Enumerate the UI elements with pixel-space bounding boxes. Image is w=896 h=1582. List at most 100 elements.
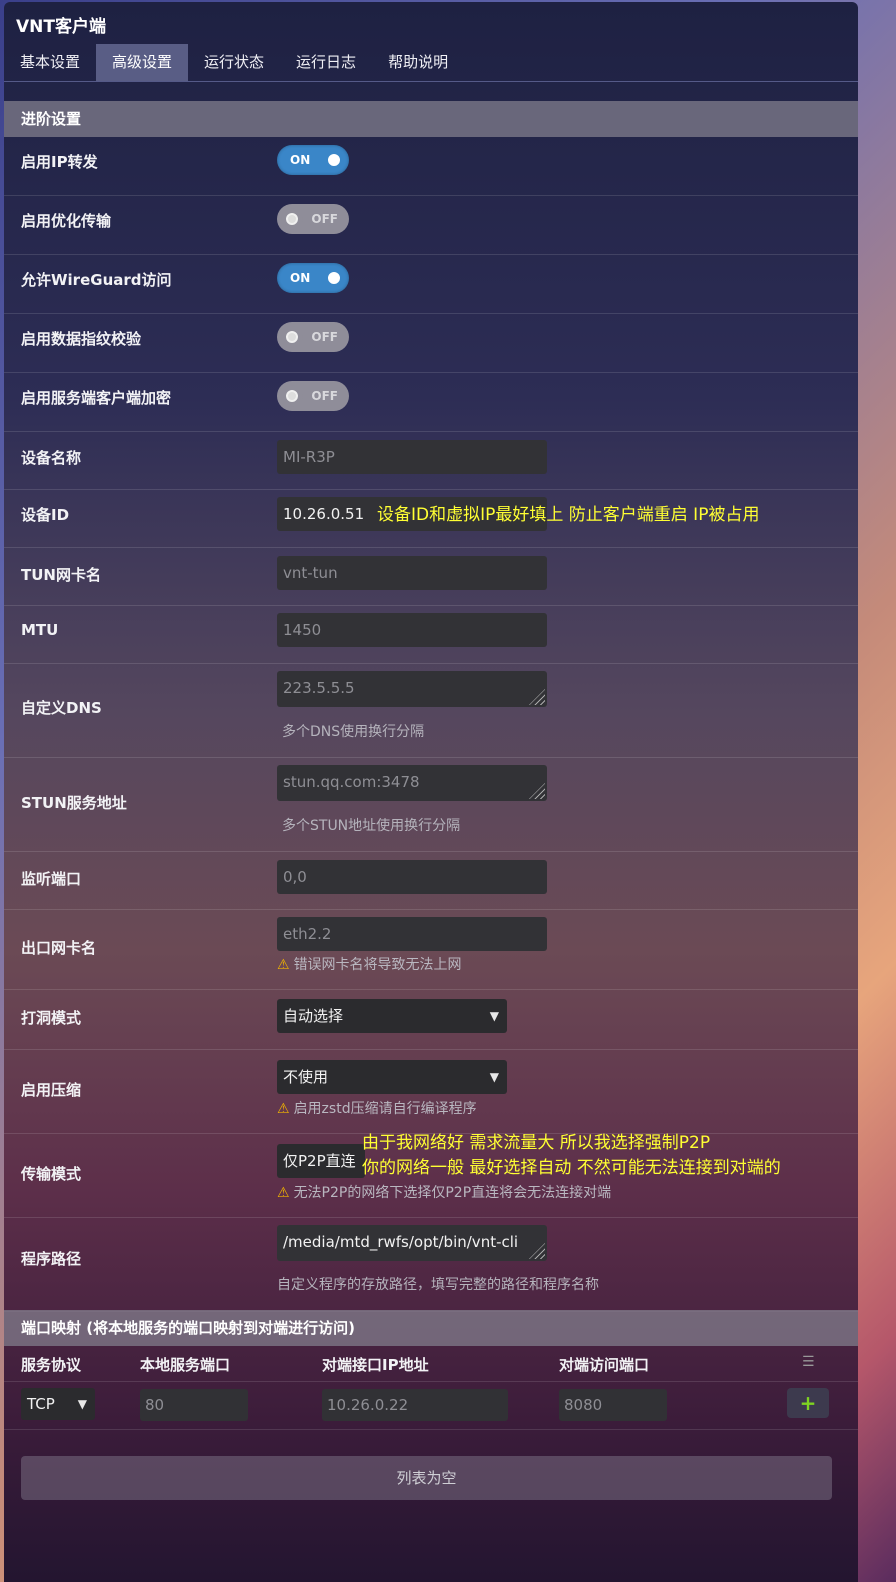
out-iface-row: 出口网卡名 eth2.2 ⚠ 错误网卡名将导致无法上网	[4, 910, 858, 990]
device-name-label: 设备名称	[21, 449, 82, 467]
toggle-knob	[281, 326, 303, 348]
encrypt-toggle[interactable]: OFF	[277, 381, 349, 411]
tab-log[interactable]: 运行日志	[280, 44, 372, 81]
port-mapping-section-title: 端口映射 (将本地服务的端口映射到对端进行访问)	[4, 1310, 858, 1346]
local-port-input[interactable]: 80	[140, 1389, 248, 1421]
wireguard-toggle[interactable]: ON	[277, 263, 349, 293]
stun-hint: 多个STUN地址使用换行分隔	[282, 818, 461, 834]
tab-bar: 基本设置 高级设置 运行状态 运行日志 帮助说明	[4, 44, 858, 82]
tab-advanced[interactable]: 高级设置	[96, 44, 189, 81]
punch-mode-value: 自动选择	[283, 1007, 344, 1025]
warning-icon: ⚠	[277, 1101, 290, 1117]
protocol-select[interactable]: TCP ▼	[21, 1388, 95, 1420]
transport-value: 仅P2P直连	[283, 1152, 356, 1170]
peer-ip-input[interactable]: 10.26.0.22	[322, 1389, 508, 1421]
mtu-input[interactable]: 1450	[277, 613, 547, 647]
app-title: VNT客户端	[16, 17, 106, 37]
compress-select[interactable]: 不使用 ▼	[277, 1060, 507, 1094]
stun-textarea[interactable]: stun.qq.com:3478	[277, 765, 547, 801]
tab-basic[interactable]: 基本设置	[4, 44, 96, 81]
program-path-row: 程序路径 /media/mtd_rwfs/opt/bin/vnt-cli 自定义…	[4, 1218, 858, 1312]
compress-row: 启用压缩 不使用 ▼ ⚠ 启用zstd压缩请自行编译程序	[4, 1050, 858, 1134]
toggle-knob	[281, 385, 303, 407]
transport-note-2: 你的网络一般 最好选择自动 不然可能无法连接到对端的	[362, 1158, 781, 1178]
out-iface-input[interactable]: eth2.2	[277, 917, 547, 951]
out-iface-warning: ⚠ 错误网卡名将导致无法上网	[277, 954, 462, 974]
port-mapping-header: 服务协议 本地服务端口 对端接口IP地址 对端访问端口	[4, 1346, 858, 1382]
program-path-value: /media/mtd_rwfs/opt/bin/vnt-cli	[283, 1233, 519, 1251]
tun-input[interactable]: vnt-tun	[277, 556, 547, 590]
device-id-label: 设备ID	[21, 506, 70, 524]
ip-forward-label: 启用IP转发	[21, 153, 98, 171]
dns-textarea[interactable]: 223.5.5.5	[277, 671, 547, 707]
resize-handle-icon[interactable]	[529, 783, 545, 799]
transport-label: 传输模式	[21, 1165, 82, 1183]
toggle-state: OFF	[311, 330, 338, 344]
device-id-note: 设备ID和虚拟IP最好填上 防止客户端重启 IP被占用	[377, 505, 760, 525]
column-protocol: 服务协议	[21, 1356, 82, 1374]
device-name-row: 设备名称 MI-R3P	[4, 432, 858, 490]
wireguard-label: 允许WireGuard访问	[21, 271, 172, 289]
toggle-knob	[323, 267, 345, 289]
empty-list-indicator: 列表为空	[21, 1456, 832, 1500]
fingerprint-label: 启用数据指纹校验	[21, 330, 142, 348]
punch-mode-select[interactable]: 自动选择 ▼	[277, 999, 507, 1033]
program-path-hint: 自定义程序的存放路径，填写完整的路径和程序名称	[277, 1277, 599, 1293]
ip-forward-toggle[interactable]: ON	[277, 145, 349, 175]
compress-value: 不使用	[283, 1068, 329, 1086]
warning-text: 错误网卡名将导致无法上网	[293, 957, 462, 973]
add-mapping-button[interactable]: +	[787, 1388, 829, 1418]
stun-row: STUN服务地址 stun.qq.com:3478 多个STUN地址使用换行分隔	[4, 758, 858, 852]
sort-menu-icon[interactable]: ☰	[802, 1354, 815, 1370]
stun-label: STUN服务地址	[21, 794, 127, 812]
optimize-label: 启用优化传输	[21, 212, 112, 230]
program-path-textarea[interactable]: /media/mtd_rwfs/opt/bin/vnt-cli	[277, 1225, 547, 1261]
resize-handle-icon[interactable]	[529, 689, 545, 705]
mtu-row: MTU 1450	[4, 606, 858, 664]
mtu-label: MTU	[21, 621, 59, 639]
toggle-state: OFF	[311, 212, 338, 226]
listen-port-input[interactable]: 0,0	[277, 860, 547, 894]
tab-help[interactable]: 帮助说明	[372, 44, 464, 81]
dns-row: 自定义DNS 223.5.5.5 多个DNS使用换行分隔	[4, 664, 858, 758]
device-name-input[interactable]: MI-R3P	[277, 440, 547, 474]
optimize-row: 启用优化传输 OFF	[4, 196, 858, 255]
stun-placeholder: stun.qq.com:3478	[283, 773, 420, 791]
punch-mode-row: 打洞模式 自动选择 ▼	[4, 990, 858, 1050]
program-path-label: 程序路径	[21, 1250, 82, 1268]
punch-mode-label: 打洞模式	[21, 1009, 82, 1027]
transport-select[interactable]: 仅P2P直连	[277, 1144, 365, 1178]
warning-icon: ⚠	[277, 957, 290, 973]
peer-port-input[interactable]: 8080	[559, 1389, 667, 1421]
advanced-section-title: 进阶设置	[4, 101, 858, 137]
resize-handle-icon[interactable]	[529, 1243, 545, 1259]
column-peer-port: 对端访问端口	[559, 1356, 650, 1374]
tun-row: TUN网卡名 vnt-tun	[4, 548, 858, 606]
tab-status[interactable]: 运行状态	[188, 44, 280, 81]
compress-warning: ⚠ 启用zstd压缩请自行编译程序	[277, 1098, 477, 1118]
transport-note-1: 由于我网络好 需求流量大 所以我选择强制P2P	[362, 1133, 711, 1153]
listen-port-row: 监听端口 0,0	[4, 852, 858, 910]
optimize-toggle[interactable]: OFF	[277, 204, 349, 234]
out-iface-label: 出口网卡名	[21, 939, 97, 957]
column-local-port: 本地服务端口	[140, 1356, 231, 1374]
ip-forward-row: 启用IP转发 ON	[4, 137, 858, 196]
wireguard-row: 允许WireGuard访问 ON	[4, 255, 858, 314]
compress-label: 启用压缩	[21, 1081, 82, 1099]
column-peer-ip: 对端接口IP地址	[322, 1356, 429, 1374]
transport-row: 传输模式 仅P2P直连 由于我网络好 需求流量大 所以我选择强制P2P 你的网络…	[4, 1133, 858, 1218]
warning-icon: ⚠	[277, 1185, 290, 1201]
tun-label: TUN网卡名	[21, 566, 101, 584]
dns-placeholder: 223.5.5.5	[283, 679, 355, 697]
fingerprint-toggle[interactable]: OFF	[277, 322, 349, 352]
toggle-state: ON	[290, 271, 311, 285]
chevron-down-icon: ▼	[77, 1397, 87, 1411]
chevron-down-icon: ▼	[489, 1009, 499, 1023]
toggle-knob	[323, 149, 345, 171]
app-window: VNT客户端 基本设置 高级设置 运行状态 运行日志 帮助说明 进阶设置 启用I…	[4, 2, 858, 1582]
warning-text: 无法P2P的网络下选择仅P2P直连将会无法连接对端	[293, 1185, 612, 1201]
dns-hint: 多个DNS使用换行分隔	[282, 724, 425, 740]
device-id-row: 设备ID 10.26.0.51 设备ID和虚拟IP最好填上 防止客户端重启 IP…	[4, 490, 858, 548]
listen-port-label: 监听端口	[21, 870, 82, 888]
protocol-value: TCP	[27, 1395, 55, 1413]
